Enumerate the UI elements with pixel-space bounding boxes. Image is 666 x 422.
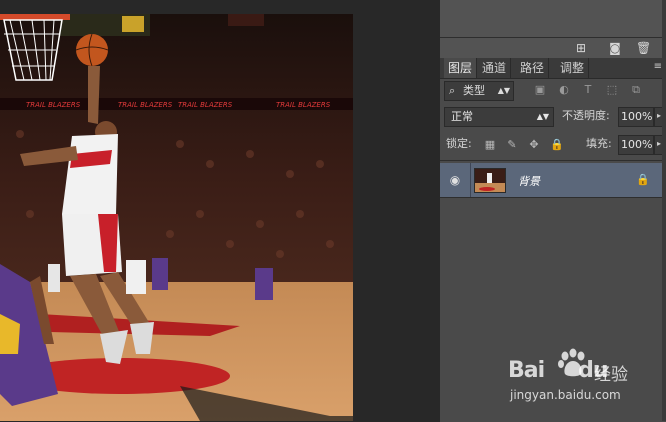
svg-text:TRAIL BLAZERS: TRAIL BLAZERS [118, 101, 173, 109]
trash-icon[interactable]: 🗑 [636, 41, 651, 55]
panel-scroll-edge [662, 0, 666, 421]
watermark-url: jingyan.baidu.com [510, 388, 621, 402]
panel-menu-icon[interactable]: ≡ [654, 61, 662, 72]
layer-name[interactable]: 背景 [518, 173, 540, 189]
panel-toolbar: ⊞ ◙ 🗑 [440, 38, 666, 59]
chevron-updown-icon: ▲▼ [536, 112, 549, 121]
search-icon: ⌕ [449, 84, 456, 97]
fill-input[interactable]: 100% [618, 135, 654, 155]
lock-all-icon[interactable]: 🔒 [550, 139, 564, 151]
eye-icon[interactable]: ◉ [448, 173, 462, 187]
lock-transparent-pixels-icon[interactable]: ▦ [484, 139, 496, 151]
lock-image-pixels-icon[interactable]: ✎ [506, 139, 518, 151]
blend-row: 正常 ▲▼ 不透明度: 100% [440, 104, 666, 130]
visibility-column: ◉ [440, 163, 471, 197]
lock-label: 锁定: [446, 137, 472, 150]
opacity-label: 不透明度: [562, 109, 610, 122]
adjustment-filter-icon[interactable]: ◐ [558, 84, 570, 96]
shape-filter-icon[interactable]: ⬚ [606, 84, 618, 96]
svg-text:TRAIL BLAZERS: TRAIL BLAZERS [178, 101, 233, 109]
camera-icon[interactable]: ◙ [608, 41, 622, 55]
tab-adjustments[interactable]: 调整 [556, 58, 590, 78]
opacity-input[interactable]: 100% [618, 107, 654, 127]
lock-position-icon[interactable]: ✥ [528, 139, 540, 151]
fill-label: 填充: [586, 137, 612, 150]
layer-filter-label: 类型 [463, 84, 485, 97]
lock-icon: 🔒 [636, 173, 650, 186]
type-filter-icon[interactable]: T [582, 84, 594, 96]
lock-row: 锁定: ▦ ✎ ✥ 🔒 填充: 100% [440, 132, 666, 158]
tab-channels[interactable]: 通道 [478, 58, 512, 78]
basketball-photo: TRAIL BLAZERS TRAIL BLAZERS TRAIL BLAZER… [0, 14, 353, 421]
arena-banner-text: TRAIL BLAZERS [26, 101, 81, 109]
tab-layers[interactable]: 图层 [444, 58, 478, 78]
layer-thumbnail [474, 168, 506, 193]
image-filter-icon[interactable]: ▣ [534, 84, 546, 96]
layer-row[interactable]: ◉ 背景 🔒 [440, 163, 662, 198]
baidu-watermark: Bai du 经验 jingyan.baidu.com [508, 348, 648, 408]
document-canvas-area[interactable]: TRAIL BLAZERS TRAIL BLAZERS TRAIL BLAZER… [0, 0, 440, 421]
paw-icon [558, 348, 585, 377]
svg-text:TRAIL BLAZERS: TRAIL BLAZERS [276, 101, 331, 109]
new-layer-icon[interactable]: ⊞ [574, 41, 588, 55]
blend-mode-select[interactable]: 正常 ▲▼ [444, 107, 554, 127]
layer-filter-select[interactable]: ⌕ 类型 ▲▼ [444, 81, 514, 101]
blend-mode-value: 正常 [451, 110, 473, 123]
filter-row: ⌕ 类型 ▲▼ ▣ ◐ T ⬚ ⧉ [440, 78, 666, 104]
watermark-cn-text: 经验 [594, 365, 628, 385]
panel-dock-top [440, 0, 666, 38]
smart-object-filter-icon[interactable]: ⧉ [630, 84, 642, 96]
panel-tabs: 图层 通道 路径 调整 ≡ [440, 58, 666, 79]
tab-paths[interactable]: 路径 [516, 58, 550, 78]
chevron-updown-icon: ▲▼ [497, 86, 510, 95]
